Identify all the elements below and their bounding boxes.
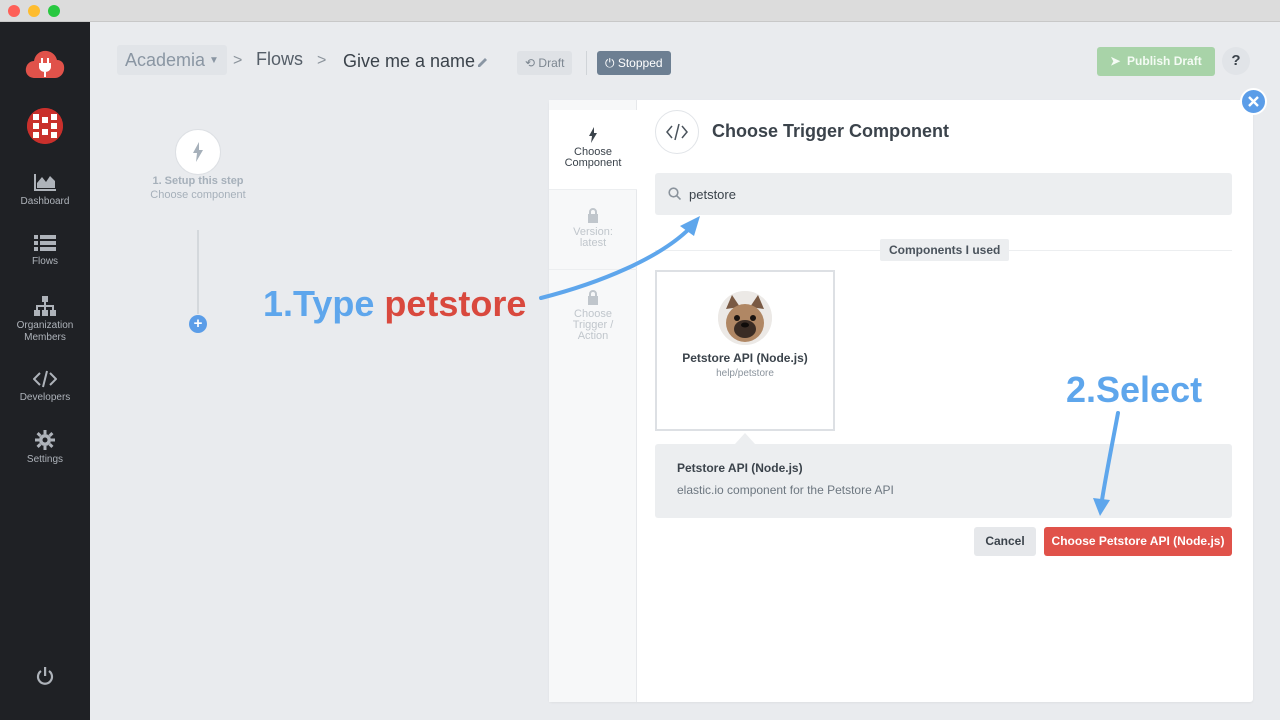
component-path: help/petstore <box>716 368 774 379</box>
panel-title: Choose Trigger Component <box>712 121 950 141</box>
code-icon <box>33 370 57 388</box>
power-icon[interactable] <box>35 666 55 686</box>
tab-choose-trigger-action: Choose Trigger / Action <box>549 290 637 342</box>
sidebar-item-developers[interactable]: Developers <box>0 370 90 404</box>
help-button[interactable]: ? <box>1222 47 1250 75</box>
component-details: Petstore API (Node.js) elastic.io compon… <box>655 444 1232 518</box>
lightning-icon <box>589 127 597 143</box>
flow-connector-line <box>197 230 199 314</box>
sidebar-item-label: Developers <box>19 392 71 403</box>
breadcrumb-flows[interactable]: Flows <box>256 49 303 70</box>
close-icon[interactable] <box>1240 88 1267 115</box>
publish-draft-button[interactable]: ➤ Publish Draft <box>1097 47 1215 76</box>
annotation-step-1: 1.Type petstore <box>263 283 526 325</box>
sidebar-item-flows[interactable]: Flows <box>0 234 90 268</box>
tab-label: Choose Component <box>564 146 622 169</box>
list-icon <box>34 235 56 251</box>
divider <box>586 51 587 75</box>
window-titlebar <box>0 0 1280 22</box>
search-icon <box>668 187 681 200</box>
add-step-button[interactable]: + <box>189 315 207 333</box>
bulldog-avatar <box>718 291 772 345</box>
power-small-icon: ⏻ <box>605 56 615 70</box>
stopped-badge[interactable]: ⏻ Stopped <box>597 51 671 75</box>
tab-choose-component[interactable]: Choose Component <box>549 110 637 190</box>
wizard-tabs: Choose Component Version: latest Choose … <box>549 100 637 702</box>
stopped-label: Stopped <box>617 56 663 70</box>
cancel-button[interactable]: Cancel <box>974 527 1036 556</box>
tab-version: Version: latest <box>549 208 637 270</box>
chart-icon <box>34 174 56 191</box>
annotation-step-1-keyword: petstore <box>384 283 527 324</box>
close-window-button[interactable] <box>8 5 20 17</box>
minimize-window-button[interactable] <box>28 5 40 17</box>
lock-icon <box>588 208 598 223</box>
history-icon: ⟲ <box>525 56 536 70</box>
component-name: Petstore API (Node.js) <box>682 351 808 365</box>
search-input[interactable] <box>689 173 1209 215</box>
details-title: Petstore API (Node.js) <box>677 461 803 475</box>
annotation-step-2: 2.Select <box>1066 369 1203 410</box>
gear-icon <box>35 430 55 450</box>
sidebar-item-organization-members[interactable]: Organization Members <box>0 296 90 344</box>
paper-plane-icon: ➤ <box>1110 54 1121 68</box>
sidebar: Dashboard Flows Organization Members Dev… <box>0 22 90 720</box>
tab-label: Version: latest <box>573 226 613 249</box>
sidebar-item-label: Organization Members <box>16 320 74 343</box>
flow-name: Give me a name <box>343 51 476 71</box>
details-pointer <box>735 433 755 444</box>
breadcrumb-separator: > <box>317 52 327 69</box>
sidebar-item-settings[interactable]: Settings <box>0 430 90 466</box>
caret-down-icon: ▼ <box>209 55 219 66</box>
sidebar-item-label: Dashboard <box>20 196 70 207</box>
lock-icon <box>588 290 598 305</box>
component-card[interactable]: Petstore API (Node.js) help/petstore <box>655 270 835 431</box>
sidebar-item-label: Settings <box>26 454 64 465</box>
cloud-plug-logo-icon[interactable] <box>25 48 65 80</box>
step-title: 1. Setup this step <box>152 175 244 187</box>
search-box[interactable] <box>655 173 1232 215</box>
publish-label: Publish Draft <box>1127 54 1202 68</box>
choose-component-button[interactable]: Choose Petstore API (Node.js) <box>1044 527 1232 556</box>
avatar[interactable] <box>27 108 63 144</box>
org-icon <box>34 296 56 316</box>
annotation-step-1-prefix: 1.Type <box>263 283 385 324</box>
draft-badge[interactable]: ⟲ Draft <box>517 51 573 75</box>
pencil-icon[interactable] <box>477 55 489 67</box>
step-subtitle: Choose component <box>150 189 246 201</box>
sidebar-item-dashboard[interactable]: Dashboard <box>0 172 90 208</box>
lightning-icon <box>193 142 203 162</box>
maximize-window-button[interactable] <box>48 5 60 17</box>
tab-label: Choose Trigger / Action <box>572 308 614 342</box>
sidebar-item-label: Flows <box>31 256 59 267</box>
draft-label: Draft <box>538 56 565 70</box>
step-node[interactable] <box>175 129 221 175</box>
details-description: elastic.io component for the Petstore AP… <box>677 483 894 497</box>
workspace-label: Academia <box>125 50 206 70</box>
workspace-dropdown[interactable]: Academia ▼ <box>117 45 227 75</box>
breadcrumb-separator: > <box>233 52 243 69</box>
section-label: Components I used <box>880 239 1010 261</box>
code-icon <box>655 110 699 154</box>
